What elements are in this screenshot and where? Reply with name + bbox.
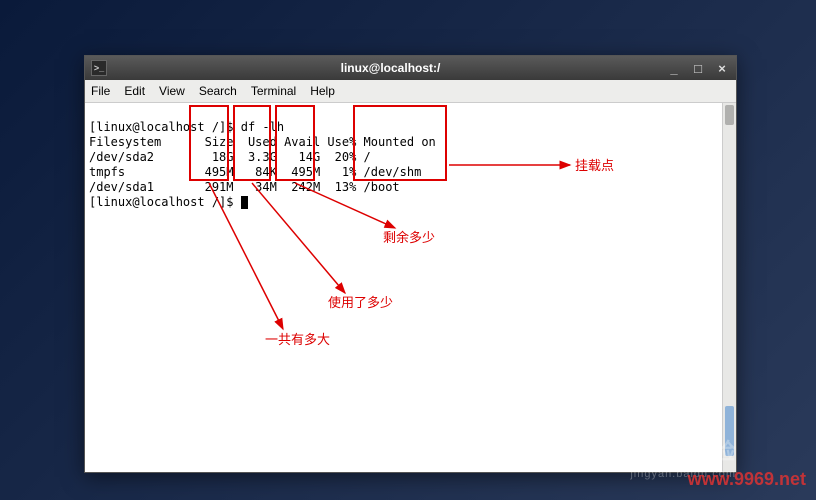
menubar: File Edit View Search Terminal Help — [85, 80, 736, 103]
annotation-label-avail: 剩余多少 — [383, 231, 435, 246]
window-title: linux@localhost:/ — [115, 61, 666, 75]
menu-edit[interactable]: Edit — [124, 84, 145, 98]
window-controls: _ □ × — [666, 60, 730, 76]
watermark-9969: www.9969.net — [688, 469, 806, 490]
annotation-label-size: 一共有多大 — [265, 333, 330, 348]
df-header: Filesystem Size Used Avail Use% Mounted … — [89, 135, 436, 149]
menu-file[interactable]: File — [91, 84, 110, 98]
terminal-area[interactable]: [linux@localhost /]$ df -lh Filesystem S… — [85, 103, 736, 472]
menu-help[interactable]: Help — [310, 84, 335, 98]
cursor-icon — [241, 196, 248, 209]
prompt-line-1: [linux@localhost /]$ df -lh — [89, 120, 284, 134]
df-row-2: tmpfs 495M 84K 495M 1% /dev/shm — [89, 165, 421, 179]
menu-view[interactable]: View — [159, 84, 185, 98]
df-row-1: /dev/sda2 18G 3.3G 14G 20% / — [89, 150, 371, 164]
titlebar[interactable]: >_ linux@localhost:/ _ □ × — [85, 56, 736, 80]
minimize-button[interactable]: _ — [666, 60, 682, 76]
prompt-line-2: [linux@localhost /]$ — [89, 195, 241, 209]
terminal-window: >_ linux@localhost:/ _ □ × File Edit Vie… — [84, 55, 737, 473]
annotation-label-mount: 挂载点 — [575, 159, 614, 174]
df-row-3: /dev/sda1 291M 34M 242M 13% /boot — [89, 180, 400, 194]
close-button[interactable]: × — [714, 60, 730, 76]
watermark-baidu-bai: Bai — [617, 439, 654, 464]
terminal-app-icon: >_ — [91, 60, 107, 76]
annotation-label-used: 使用了多少 — [328, 296, 393, 311]
scrollbar-thumb-top[interactable] — [725, 105, 734, 125]
menu-terminal[interactable]: Terminal — [251, 84, 296, 98]
maximize-button[interactable]: □ — [690, 60, 706, 76]
watermark-baidu-du: du — [654, 439, 683, 464]
menu-search[interactable]: Search — [199, 84, 237, 98]
scrollbar[interactable] — [722, 103, 736, 472]
watermark-baidu-cn: 经验 — [690, 439, 736, 464]
